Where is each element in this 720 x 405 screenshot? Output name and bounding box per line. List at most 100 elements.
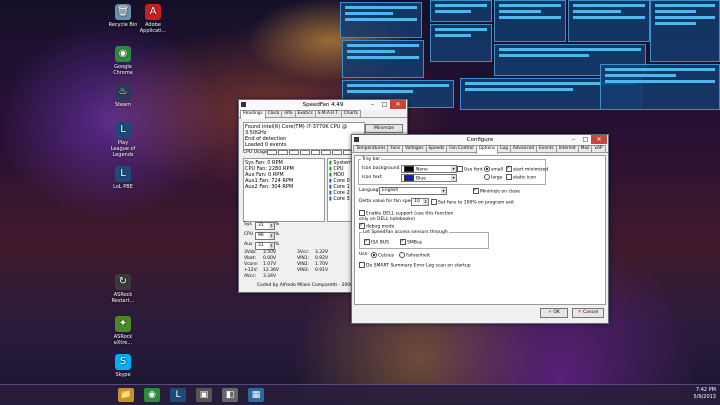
taskbar-app-icon[interactable]: ▣ (196, 388, 212, 402)
desktop-icon[interactable]: ✦ ASRock eXtre... (108, 316, 138, 346)
use-font-checkbox[interactable]: Use font (457, 166, 483, 173)
tab-readings[interactable]: Readings (240, 110, 266, 119)
desktop-icon[interactable]: ◉ Google Chrome (108, 46, 138, 76)
configure-window: Configure – □ ✕ Temperatures Fans Voltages… (351, 134, 609, 324)
cpu-usage-meter (267, 150, 353, 155)
app-icon: L (115, 122, 131, 138)
taskbar: 📁 ◉ L ▣ ◧ ▦ 7:42 PM 5/9/2013 (0, 384, 720, 405)
language-select[interactable]: English ▾ (379, 187, 447, 195)
tab-advanced[interactable]: Advanced (509, 145, 538, 152)
voltage-name: Vcore: (244, 262, 259, 267)
speedfan-titlebar[interactable]: SpeedFan 4.49 – □ ✕ (239, 100, 407, 110)
tab-log[interactable]: Log (497, 145, 511, 152)
tab-options[interactable]: Options (475, 145, 499, 154)
smbus-checkbox[interactable]: SMBus (400, 238, 422, 246)
maximize-window-button[interactable]: □ (379, 100, 390, 109)
close-window-button[interactable]: ✕ (390, 100, 406, 109)
celsius-radio[interactable]: Celsius (371, 252, 394, 259)
voltage-name: +12V: (244, 268, 258, 273)
monitor-gadget-1 (340, 2, 422, 38)
minimize-on-close-checkbox[interactable]: Minimize on close (473, 187, 520, 195)
taskbar-app-icon[interactable]: L (170, 388, 186, 402)
system-tray-clock[interactable]: 7:42 PM 5/9/2013 (694, 387, 716, 401)
icon-text-select[interactable]: Blue ▾ (401, 174, 457, 182)
tab-internet[interactable]: Internet (555, 145, 579, 152)
monitor-gadget-6 (342, 40, 424, 78)
voltage-value: 0.92V (315, 256, 329, 261)
footer-credit: Coded by Alfredo Milani Comparetti - 200… (257, 283, 367, 288)
ok-button[interactable]: ✔ OK (540, 308, 568, 318)
tab-voltages[interactable]: Voltages (402, 145, 427, 152)
voltage-name: Vbat: (244, 256, 256, 261)
desktop-icon[interactable]: L Play League of Legends (108, 122, 138, 158)
configure-maximize-button[interactable]: □ (580, 135, 591, 144)
desktop-icon-label: LoL PBE (113, 184, 133, 190)
app-icon: ◉ (115, 46, 131, 62)
set-fans-checkbox[interactable]: Set fans to 100% on program exit (431, 199, 514, 206)
speed-value: 31 (258, 243, 264, 248)
desktop-icon-label: Play League of Legends (110, 140, 136, 158)
delta-stepper[interactable]: 10 ⇕ (411, 198, 429, 206)
tab-charts[interactable]: Charts (340, 110, 361, 117)
minimize-button[interactable]: Minimize (365, 124, 403, 133)
desktop-icon[interactable]: A Adobe Applicati... (138, 4, 168, 34)
tab-speeds[interactable]: Speeds (425, 145, 448, 152)
tab-fancontrol[interactable]: Fan Control (446, 145, 477, 152)
tab-fans[interactable]: Fans (387, 145, 404, 152)
check-icon: ✔ (548, 310, 552, 315)
taskbar-app-icon[interactable]: ▦ (248, 388, 264, 402)
speed-stepper[interactable]: 31 ⇕ (255, 222, 275, 230)
tab-clock[interactable]: Clock (264, 110, 283, 117)
smart-scan-checkbox[interactable]: Do SMART Summary Error Log scan on start… (359, 262, 471, 269)
debug-mode-checkbox[interactable]: debug mode (359, 222, 394, 230)
fan-reading: Aux2 Fan: 304 RPM (245, 184, 294, 190)
speed-stepper[interactable]: 31 ⇕ (255, 242, 275, 250)
fans-panel: Sys Fan: 0 RPM CPU Fan: 2280 RPM Aux Fan: … (243, 158, 325, 222)
delta-label: Delta value for fan speeds (359, 199, 419, 204)
tab-xap[interactable]: xAP (591, 145, 606, 152)
desktop-icon-label: Steam (114, 102, 132, 108)
font-small-radio[interactable]: small (484, 166, 503, 173)
fahrenheit-radio[interactable]: Fahrenheit (399, 252, 430, 259)
desktop-icon[interactable]: L LoL PBE (108, 166, 138, 190)
dell-support-checkbox[interactable]: Enable DELL support (use this function o… (359, 210, 459, 222)
font-large-radio[interactable]: large (484, 174, 502, 181)
configure-titlebar[interactable]: Configure – □ ✕ (352, 135, 608, 145)
log-box: Found Intel(R) Core(TM) i7-3770K CPU @ 3… (243, 122, 365, 150)
start-minimized-checkbox[interactable]: start minimized (506, 165, 548, 173)
desktop-icon[interactable]: 🗑 Recycle Bin (108, 4, 138, 28)
desktop-icon[interactable]: ↻ ASRock Restart... (108, 274, 138, 304)
cancel-button[interactable]: ✕ Cancel (572, 308, 604, 318)
taskbar-app-icon[interactable]: ◧ (222, 388, 238, 402)
app-icon: S (115, 354, 131, 370)
configure-close-button[interactable]: ✕ (591, 135, 607, 144)
static-icon-checkbox[interactable]: static icon (506, 174, 536, 181)
taskbar-app-icon[interactable]: ◉ (144, 388, 160, 402)
voltage-value: 3.34V (263, 274, 277, 279)
app-icon: ↻ (115, 274, 131, 290)
tab-events[interactable]: Events (536, 145, 557, 152)
tab-info[interactable]: Info (281, 110, 296, 117)
tab-mail[interactable]: Mail (577, 145, 593, 152)
speedfan-tabs: Readings Clock Info Exotics S.M.A.R.T. Charts (239, 110, 407, 119)
app-icon: ♨ (115, 84, 131, 100)
monitor-gadget-11 (600, 64, 720, 110)
desktop-icon-label: ASRock eXtre... (113, 334, 133, 346)
clock-time: 7:42 PM (695, 387, 716, 393)
desktop-icon[interactable]: S Skype (108, 354, 138, 378)
isa-bus-checkbox[interactable]: ISA BUS (364, 238, 389, 246)
language-label: Language (359, 188, 382, 193)
configure-minimize-button[interactable]: – (568, 135, 579, 144)
taskbar-app-icon[interactable]: 📁 (118, 388, 134, 402)
minimize-window-button[interactable]: – (367, 100, 378, 109)
speed-value: 31 (258, 223, 264, 228)
clock-date: 5/9/2013 (693, 394, 716, 400)
desktop-icon-label: Skype (115, 372, 131, 378)
icon-background-select[interactable]: None ▾ (401, 165, 457, 173)
x-icon: ✕ (577, 310, 582, 315)
desktop-icon[interactable]: ♨ Steam (108, 84, 138, 108)
tab-smart[interactable]: S.M.A.R.T. (314, 110, 342, 117)
tab-temperatures[interactable]: Temperatures (353, 145, 389, 152)
speed-stepper[interactable]: 96 ⇕ (255, 232, 275, 240)
tab-exotics[interactable]: Exotics (294, 110, 316, 117)
